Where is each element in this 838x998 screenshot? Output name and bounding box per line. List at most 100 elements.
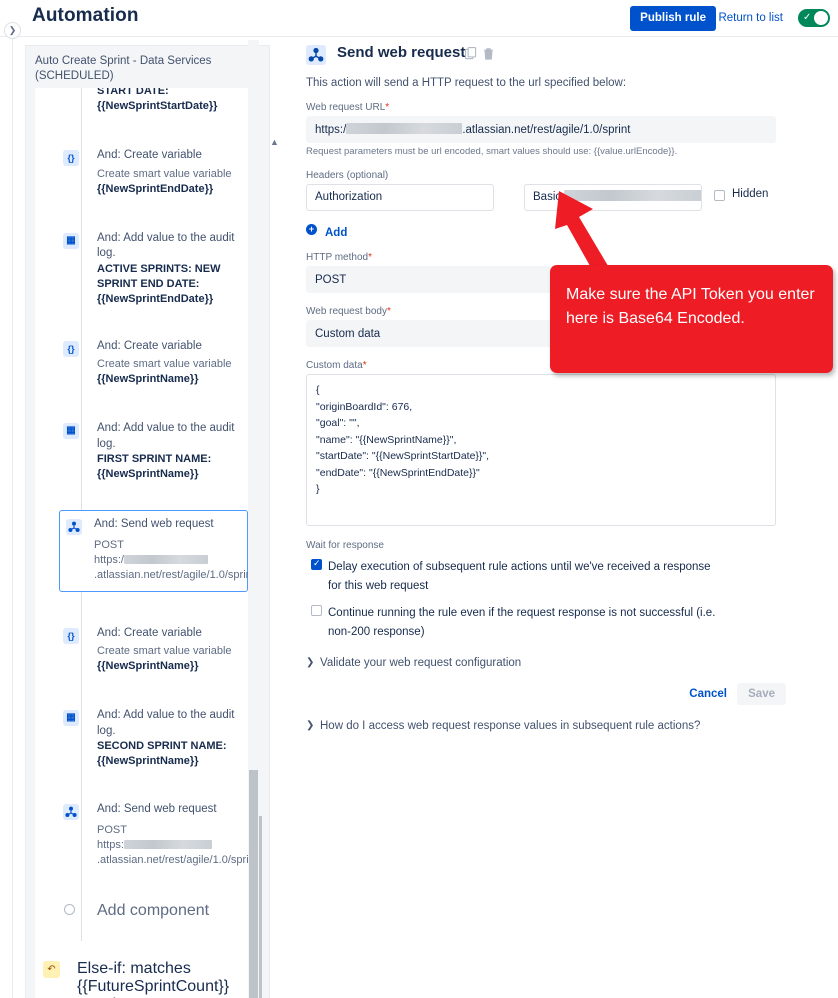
continue-on-error-checkbox[interactable] xyxy=(311,605,322,616)
add-header-button[interactable]: + Add xyxy=(306,223,786,239)
list-item-detail: SECOND SPRINT NAME: {{NewSprintName}} xyxy=(97,740,227,767)
webhook-icon xyxy=(66,519,82,535)
url-prefix: https:/ xyxy=(315,124,347,136)
required-asterisk: * xyxy=(386,306,391,317)
curly-braces-icon: {} xyxy=(63,340,79,357)
redacted-text xyxy=(123,839,212,849)
elseif-condition: {{FutureSprintCount}} equals 1 xyxy=(77,977,230,998)
left-rail-divider xyxy=(12,0,13,998)
list-item-url-suffix: .atlassian.net/rest/agile/1.0/sprint xyxy=(97,853,258,866)
list-item-title: And: Add value to the audit log. xyxy=(97,709,235,737)
audit-log-icon: ▦ xyxy=(63,710,79,726)
elseif-title: Else-if: matches xyxy=(77,959,191,977)
list-item-method: POST xyxy=(94,538,124,551)
required-asterisk: * xyxy=(385,102,390,113)
url-suffix: .atlassian.net/rest/agile/1.0/sprint xyxy=(462,124,631,136)
delay-execution-checkbox[interactable] xyxy=(311,558,322,570)
list-item-variable: {{NewSprintName}} xyxy=(97,373,199,385)
list-item-title: And: Send web request xyxy=(97,803,217,815)
custom-data-textarea[interactable]: { "originBoardId": 676, "goal": "", "nam… xyxy=(306,374,776,526)
help-label: How do I access web request response val… xyxy=(320,720,701,732)
list-item-title: And: Send web request xyxy=(94,518,214,530)
list-item-method: POST xyxy=(97,823,127,836)
list-item[interactable]: ▦ And: Add value to the audit log. FIRST… xyxy=(63,421,248,482)
wait-for-response-label: Wait for response xyxy=(306,540,384,551)
header-key-input[interactable]: Authorization xyxy=(306,184,494,211)
validate-config-label: Validate your web request configuration xyxy=(320,657,522,669)
list-item[interactable]: ▦ And: Add value to the audit log. SECON… xyxy=(63,708,248,769)
list-item-url-suffix: .atlassian.net/rest/agile/1.0/sprint xyxy=(94,568,255,581)
list-item-detail: FIRST SPRINT NAME: {{NewSprintName}} xyxy=(97,453,212,480)
header-hidden-checkbox[interactable] xyxy=(714,190,725,201)
scroll-up-icon[interactable]: ▲ xyxy=(270,137,279,147)
list-item[interactable]: START DATE: {{NewSprintStartDate}} xyxy=(63,88,248,114)
list-item-title: And: Add value to the audit log. xyxy=(97,422,235,450)
form-header: Send web request xyxy=(306,44,786,68)
required-asterisk: * xyxy=(362,360,367,371)
headers-row: Authorization Basic Hidden xyxy=(306,184,786,211)
required-asterisk: * xyxy=(368,252,372,263)
url-helper-text: Request parameters must be url encoded, … xyxy=(306,146,678,157)
curly-braces-icon: {} xyxy=(63,150,79,166)
curly-braces-icon: {} xyxy=(63,627,79,644)
add-component-button[interactable]: Add component xyxy=(63,902,248,920)
branch-icon: ↶ xyxy=(43,960,60,978)
copy-icon[interactable] xyxy=(465,47,478,66)
list-item-url-prefix: https:/ xyxy=(94,553,124,566)
redacted-text xyxy=(123,554,208,564)
webhook-icon xyxy=(63,804,79,820)
delay-execution-checkbox-row[interactable]: Delay execution of subsequent rule actio… xyxy=(306,557,726,594)
save-button[interactable]: Save xyxy=(737,683,786,705)
add-header-label: Add xyxy=(325,227,348,239)
chevron-right-icon: ❯ xyxy=(306,720,315,731)
add-component-label: Add component xyxy=(97,901,210,919)
headers-label: Headers (optional) xyxy=(306,170,389,181)
http-method-label: HTTP method* xyxy=(306,252,372,263)
redacted-text xyxy=(346,123,463,134)
chevron-right-icon: ❯ xyxy=(306,657,315,668)
action-title: Send web request xyxy=(337,44,466,61)
continue-on-error-checkbox-row[interactable]: Continue running the rule even if the re… xyxy=(306,603,726,640)
cancel-button[interactable]: Cancel xyxy=(689,688,727,700)
circle-icon xyxy=(64,903,75,915)
return-to-list-link[interactable]: Return to list xyxy=(718,12,783,24)
rule-name-label: Auto Create Sprint - Data Services (SCHE… xyxy=(35,55,212,82)
web-request-url-label: Web request URL* xyxy=(306,102,390,113)
publish-rule-button[interactable]: Publish rule xyxy=(630,6,716,31)
trash-icon[interactable] xyxy=(482,47,495,66)
rule-tree-viewport[interactable]: START DATE: {{NewSprintStartDate}} {} An… xyxy=(35,88,263,998)
list-item-detail: START DATE: {{NewSprintStartDate}} xyxy=(97,88,218,112)
list-item-detail: Create smart value variable xyxy=(97,167,232,180)
audit-log-icon: ▦ xyxy=(63,232,79,249)
list-item-detail: Create smart value variable xyxy=(97,358,232,370)
web-request-url-input[interactable]: https:/ .atlassian.net/rest/agile/1.0/spr… xyxy=(306,116,776,143)
list-item-title: And: Add value to the audit log. xyxy=(97,231,235,260)
plus-circle-icon: + xyxy=(306,224,317,235)
action-description: This action will send a HTTP request to … xyxy=(306,77,627,89)
list-item-detail: Create smart value variable xyxy=(97,645,232,657)
rule-tree-panel: Auto Create Sprint - Data Services (SCHE… xyxy=(25,45,279,998)
rule-enabled-toggle[interactable]: ✓ xyxy=(798,9,830,27)
list-item-title: And: Create variable xyxy=(97,149,202,161)
help-disclosure[interactable]: ❯ How do I access web request response v… xyxy=(306,720,786,732)
list-item-selected-send-web-request[interactable]: And: Send web request POST https:/ .atlas… xyxy=(59,510,255,592)
form-button-row: Cancel Save xyxy=(306,683,786,708)
list-item[interactable]: And: Send web request POST https: .atlass… xyxy=(63,802,258,868)
top-bar: ❯ Automation Publish rule Return to list… xyxy=(0,0,838,39)
chevron-right-icon[interactable]: ❯ xyxy=(4,22,21,39)
check-icon: ✓ xyxy=(803,12,812,23)
list-item[interactable]: ▦ And: Add value to the audit log. ACTIV… xyxy=(63,231,248,307)
list-item[interactable]: {} And: Create variable Create smart val… xyxy=(63,148,248,197)
continue-on-error-label: Continue running the rule even if the re… xyxy=(328,607,716,638)
validate-config-disclosure[interactable]: ❯ Validate your web request configuratio… xyxy=(306,657,786,669)
list-item[interactable]: {} And: Create variable Create smart val… xyxy=(63,339,248,388)
list-item-url-prefix: https: xyxy=(97,838,124,851)
list-item-variable: {{NewSprintName}} xyxy=(97,660,199,672)
list-item[interactable]: {} And: Create variable Create smart val… xyxy=(63,626,248,675)
list-item-variable: {{NewSprintEndDate}} xyxy=(97,182,214,195)
list-item-elseif[interactable]: ↶ Else-if: matches {{FutureSprintCount}}… xyxy=(43,960,248,998)
list-item-detail: ACTIVE SPRINTS: NEW SPRINT END DATE: {{N… xyxy=(97,262,221,305)
page-scrollbar-thumb[interactable] xyxy=(249,770,258,998)
page-title: Automation xyxy=(32,5,139,26)
send-web-request-form: Send web request This action will send a… xyxy=(306,44,786,732)
